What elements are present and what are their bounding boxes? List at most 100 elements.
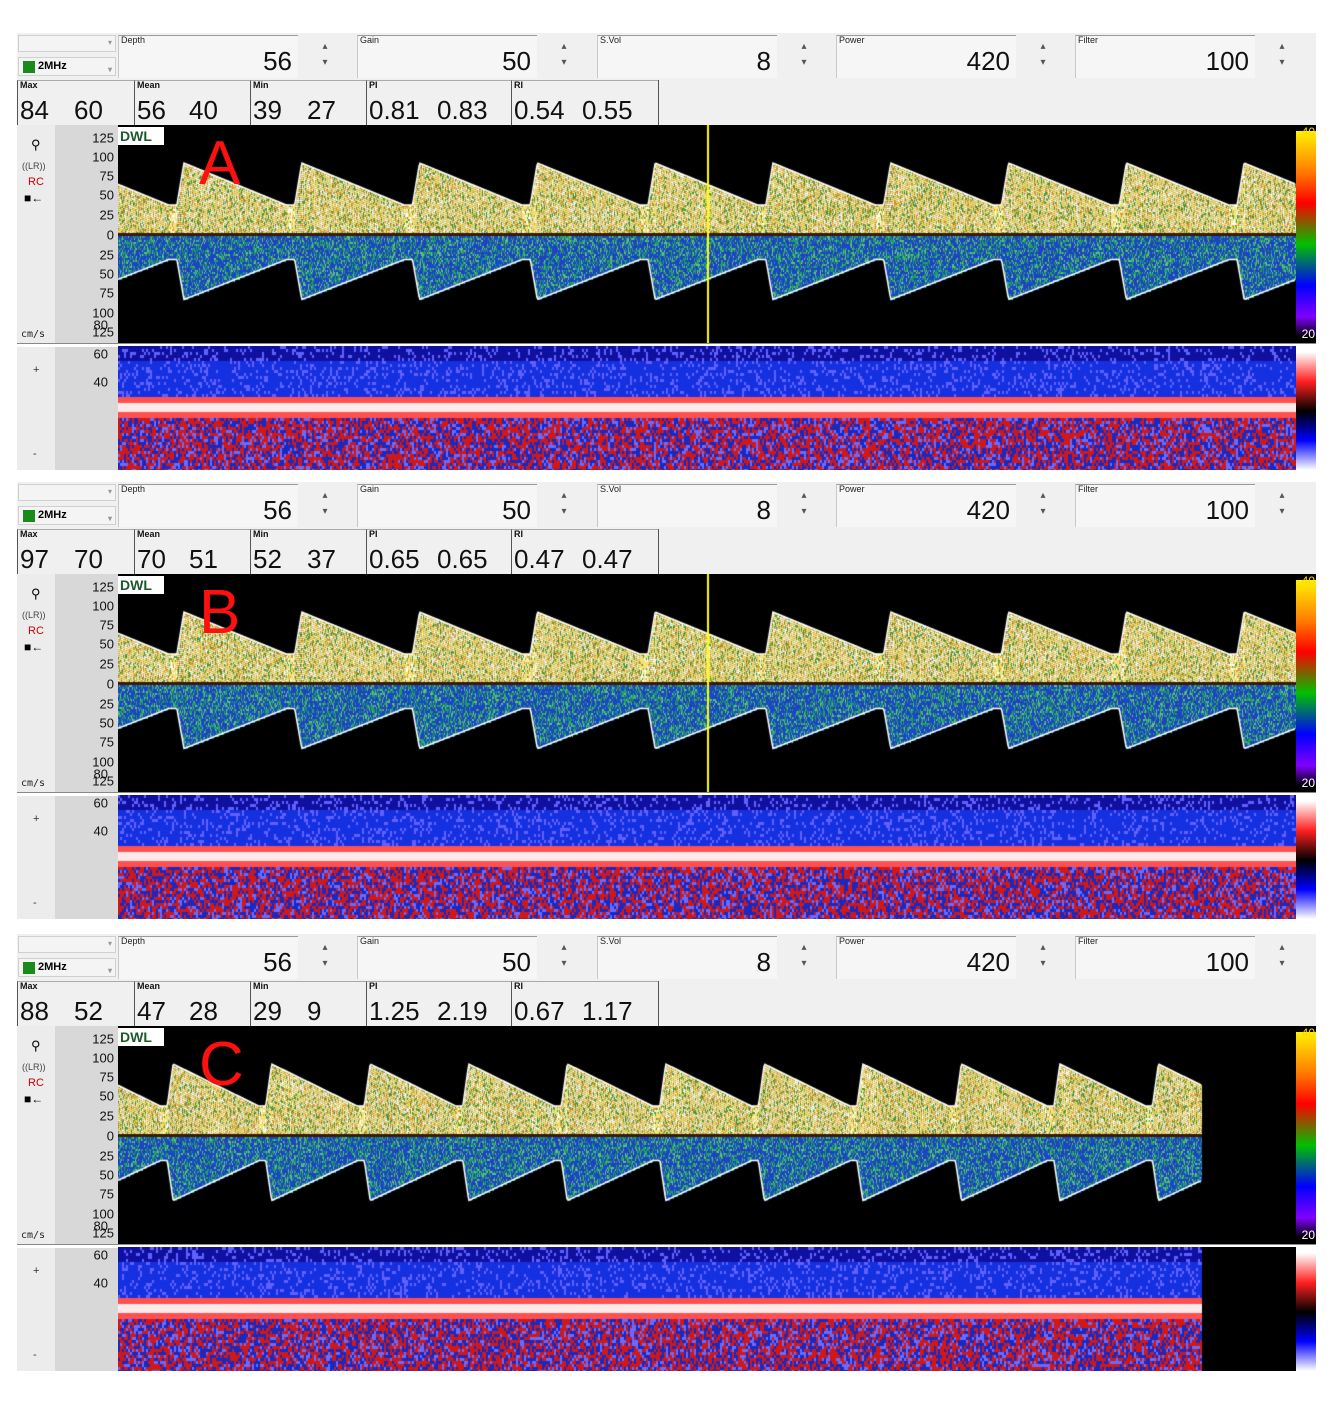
chevron-up-icon[interactable]: ▴ xyxy=(1032,940,1054,956)
svol-field[interactable]: S.Vol 8 xyxy=(597,35,777,78)
probe-selector[interactable]: ▾ 2MHz ▾ xyxy=(18,936,116,979)
chevron-down-icon[interactable]: ▾ xyxy=(553,55,575,71)
chevron-up-icon[interactable]: ▴ xyxy=(1271,39,1293,55)
probe-frequency-dropdown[interactable]: 2MHz ▾ xyxy=(18,57,116,76)
filter-field[interactable]: Filter 100 xyxy=(1075,35,1255,78)
chevron-down-icon[interactable]: ▾ xyxy=(314,504,336,520)
depth-tick: 60 xyxy=(93,795,108,811)
chevron-up-icon[interactable]: ▴ xyxy=(314,940,336,956)
chevron-up-icon[interactable]: ▴ xyxy=(793,39,815,55)
chevron-down-icon[interactable]: ▾ xyxy=(793,504,815,520)
gain-field[interactable]: Gain 50 xyxy=(357,936,537,979)
person-icon[interactable]: ⚲ xyxy=(31,586,41,602)
gain-spinner[interactable]: ▴ ▾ xyxy=(553,39,575,75)
gain-field[interactable]: Gain 50 xyxy=(357,484,537,527)
measure-divider xyxy=(658,981,659,1026)
chevron-down-icon[interactable]: ▾ xyxy=(1032,956,1054,972)
mmode-plus-button[interactable]: + xyxy=(33,364,39,376)
lr-toggle[interactable]: ((LR)) xyxy=(22,610,46,620)
probe-frequency-dropdown[interactable]: 2MHz ▾ xyxy=(18,506,116,525)
lr-toggle[interactable]: ((LR)) xyxy=(22,161,46,171)
chevron-down-icon[interactable]: ▾ xyxy=(1271,956,1293,972)
chevron-up-icon[interactable]: ▴ xyxy=(1271,488,1293,504)
rc-toggle[interactable]: RC xyxy=(28,176,44,188)
chevron-up-icon[interactable]: ▴ xyxy=(793,488,815,504)
svol-spinner[interactable]: ▴ ▾ xyxy=(793,39,815,75)
chevron-down-icon[interactable]: ▾ xyxy=(314,956,336,972)
mmode-minus-button[interactable]: - xyxy=(33,897,37,909)
direction-arrow-icon[interactable]: ■← xyxy=(24,640,43,654)
depth-spinner[interactable]: ▴ ▾ xyxy=(314,940,336,976)
chevron-up-icon[interactable]: ▴ xyxy=(553,940,575,956)
gain-field[interactable]: Gain 50 xyxy=(357,35,537,78)
probe-dropdown-empty[interactable]: ▾ xyxy=(18,936,116,953)
svol-spinner[interactable]: ▴ ▾ xyxy=(793,488,815,524)
min-measure: Min 52 37 xyxy=(250,529,366,574)
power-spinner[interactable]: ▴ ▾ xyxy=(1032,940,1054,976)
chevron-down-icon[interactable]: ▾ xyxy=(1271,55,1293,71)
filter-spinner[interactable]: ▴ ▾ xyxy=(1271,940,1293,976)
mmode-minus-button[interactable]: - xyxy=(33,1349,37,1361)
probe-dropdown-empty[interactable]: ▾ xyxy=(18,35,116,52)
depth-spinner[interactable]: ▴ ▾ xyxy=(314,488,336,524)
velocity-tick: 25 xyxy=(99,656,114,672)
filter-spinner[interactable]: ▴ ▾ xyxy=(1271,39,1293,75)
direction-arrow-icon[interactable]: ■← xyxy=(24,191,43,205)
filter-spinner[interactable]: ▴ ▾ xyxy=(1271,488,1293,524)
svol-field[interactable]: S.Vol 8 xyxy=(597,936,777,979)
velocity-tick: 25 xyxy=(99,247,114,263)
chevron-up-icon[interactable]: ▴ xyxy=(1032,39,1054,55)
mmode-plus-button[interactable]: + xyxy=(33,813,39,825)
chevron-down-icon[interactable]: ▾ xyxy=(314,55,336,71)
power-spinner[interactable]: ▴ ▾ xyxy=(1032,488,1054,524)
svol-spinner[interactable]: ▴ ▾ xyxy=(793,940,815,976)
depth-spinner[interactable]: ▴ ▾ xyxy=(314,39,336,75)
rc-toggle[interactable]: RC xyxy=(28,625,44,637)
chevron-up-icon[interactable]: ▴ xyxy=(553,488,575,504)
gain-spinner[interactable]: ▴ ▾ xyxy=(553,488,575,524)
ri-measure-label: RI xyxy=(514,529,523,539)
chevron-up-icon[interactable]: ▴ xyxy=(1271,940,1293,956)
chevron-down-icon[interactable]: ▾ xyxy=(793,956,815,972)
chevron-up-icon[interactable]: ▴ xyxy=(314,488,336,504)
power-field[interactable]: Power 420 xyxy=(836,936,1016,979)
depth-field[interactable]: Depth 56 xyxy=(118,936,298,979)
chevron-down-icon[interactable]: ▾ xyxy=(553,956,575,972)
chevron-down-icon[interactable]: ▾ xyxy=(1032,504,1054,520)
chevron-up-icon[interactable]: ▴ xyxy=(553,39,575,55)
mmode-minus-button[interactable]: - xyxy=(33,448,37,460)
power-spinner[interactable]: ▴ ▾ xyxy=(1032,39,1054,75)
probe-frequency-dropdown[interactable]: 2MHz ▾ xyxy=(18,958,116,977)
mmode-plus-button[interactable]: + xyxy=(33,1265,39,1277)
velocity-tick: 75 xyxy=(99,285,114,301)
depth-field[interactable]: Depth 56 xyxy=(118,484,298,527)
ri-value-1: 0.54 xyxy=(514,95,565,125)
person-icon[interactable]: ⚲ xyxy=(31,1038,41,1054)
person-icon[interactable]: ⚲ xyxy=(31,137,41,153)
rc-toggle[interactable]: RC xyxy=(28,1077,44,1089)
power-field[interactable]: Power 420 xyxy=(836,35,1016,78)
chevron-down-icon[interactable]: ▾ xyxy=(553,504,575,520)
svol-field[interactable]: S.Vol 8 xyxy=(597,484,777,527)
chevron-down-icon[interactable]: ▾ xyxy=(1032,55,1054,71)
gain-spinner[interactable]: ▴ ▾ xyxy=(553,940,575,976)
chevron-up-icon[interactable]: ▴ xyxy=(1032,488,1054,504)
pi-value-2: 0.65 xyxy=(437,544,488,574)
chevron-up-icon[interactable]: ▴ xyxy=(793,940,815,956)
chevron-down-icon[interactable]: ▾ xyxy=(1271,504,1293,520)
chevron-down-icon[interactable]: ▾ xyxy=(793,55,815,71)
depth-field[interactable]: Depth 56 xyxy=(118,35,298,78)
ri-value-1: 0.67 xyxy=(514,996,565,1026)
power-field[interactable]: Power 420 xyxy=(836,484,1016,527)
filter-field[interactable]: Filter 100 xyxy=(1075,936,1255,979)
probe-selector[interactable]: ▾ 2MHz ▾ xyxy=(18,35,116,78)
probe-selector[interactable]: ▾ 2MHz ▾ xyxy=(18,484,116,527)
filter-field[interactable]: Filter 100 xyxy=(1075,484,1255,527)
direction-arrow-icon[interactable]: ■← xyxy=(24,1092,43,1106)
probe-dropdown-empty[interactable]: ▾ xyxy=(18,484,116,501)
mmode-colorbar xyxy=(1296,346,1316,470)
chevron-up-icon[interactable]: ▴ xyxy=(314,39,336,55)
gain-value: 50 xyxy=(502,947,531,977)
lr-toggle[interactable]: ((LR)) xyxy=(22,1062,46,1072)
max-value-2: 70 xyxy=(74,544,103,574)
